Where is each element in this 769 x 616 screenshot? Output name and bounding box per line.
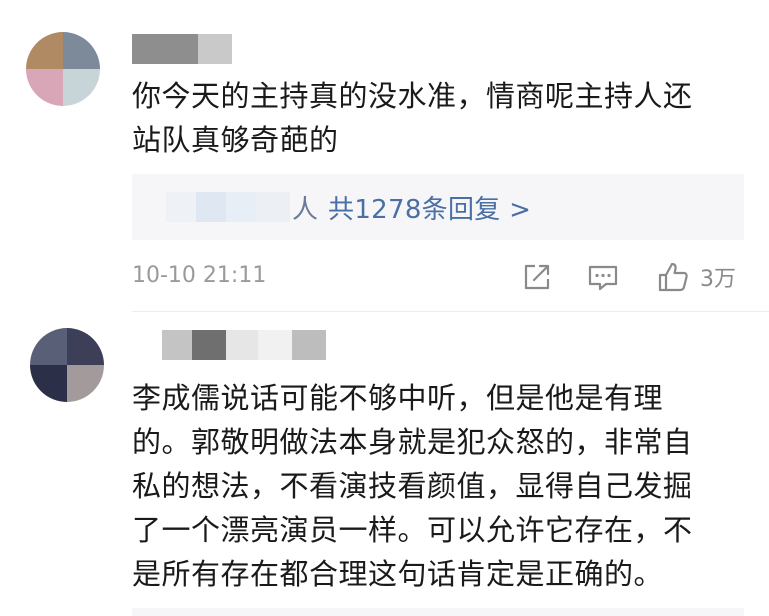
comment-text: 李成儒说话可能不够中听，但是他是有理 的。郭敬明做法本身就是犯众怒的，非常自 私… [132,381,693,591]
reply-name-pixel [256,192,290,222]
like-count: 3万 [700,267,736,292]
username-pixel [192,330,226,360]
avatar-pixel [26,69,63,106]
username-pixel [292,330,326,360]
avatar[interactable] [30,328,104,402]
comment-meta: 10-10 21:11 3万 [132,258,744,298]
username-pixel [132,34,198,64]
username-pixel [226,330,258,360]
avatar-pixel [30,328,67,365]
reply-usernames-blurred [166,192,290,222]
avatar-pixel [30,365,67,402]
like-icon [658,262,688,292]
reply-name-pixel [226,192,256,222]
comment-item: 李成儒说话可能不够中听，但是他是有理 的。郭敬明做法本身就是犯众怒的，非常自 私… [0,312,769,616]
avatar-pixel [67,328,104,365]
avatar-pixel [63,32,100,69]
username-pixel [258,330,292,360]
reply-name-pixel [166,192,196,222]
username-blurred[interactable] [132,34,232,64]
username-pixel [198,34,232,64]
reply-summary-partial[interactable] [132,608,744,616]
username-blurred[interactable] [162,330,326,360]
comment-item: 你今天的主持真的没水准，情商呢主持人还 站队真够奇葩的 人 共1278条回复 >… [0,0,769,312]
reply-count-link[interactable]: 共1278条回复 > [328,189,531,226]
reply-name-pixel [196,192,226,222]
comment-icon[interactable] [586,260,620,294]
share-icon[interactable] [520,260,554,294]
avatar-pixel [67,365,104,402]
reply-person-label: 人 [292,194,319,225]
avatar[interactable] [26,32,100,106]
username-pixel [162,330,192,360]
avatar-pixel [63,69,100,106]
avatar-pixel [26,32,63,69]
like-button[interactable]: 3万 [656,260,736,294]
timestamp: 10-10 21:11 [132,263,267,288]
reply-summary[interactable]: 人 共1278条回复 > [132,174,744,240]
comment-text: 你今天的主持真的没水准，情商呢主持人还 站队真够奇葩的 [132,79,693,157]
